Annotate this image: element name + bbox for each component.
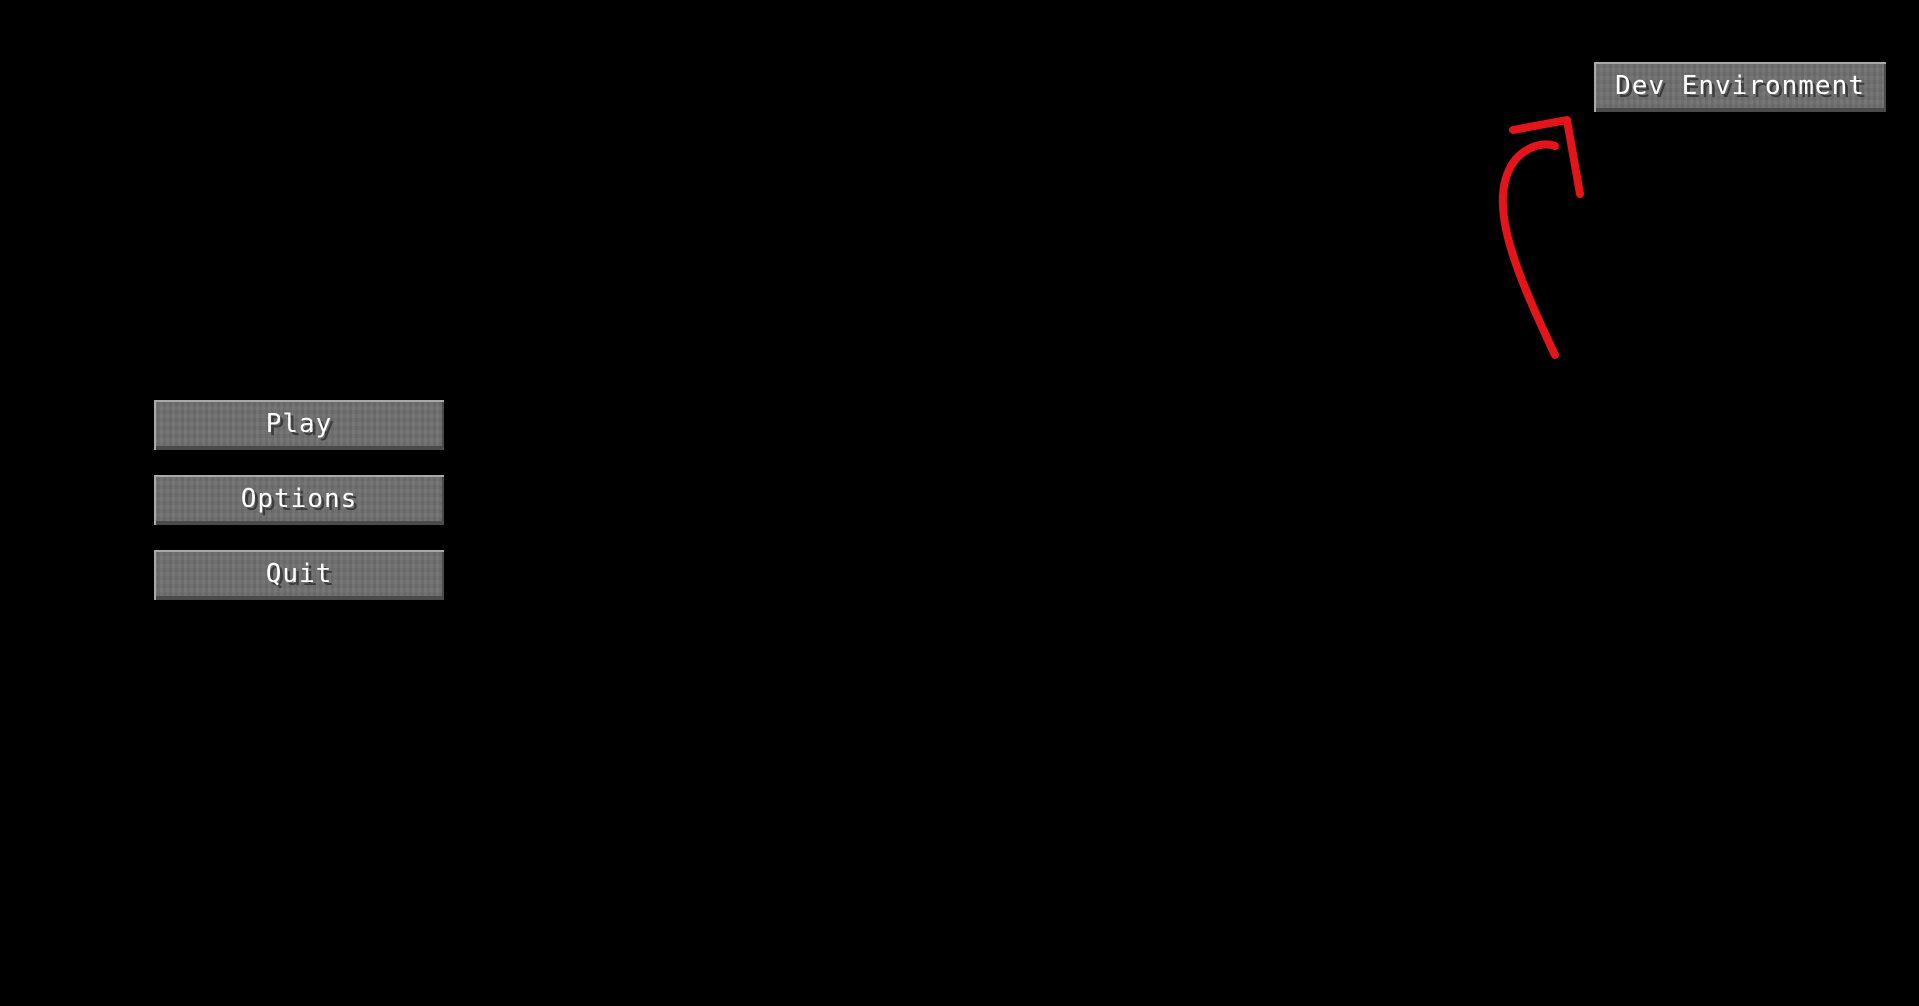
options-button[interactable]: Options — [152, 473, 446, 527]
red-arrow-shaft — [1498, 140, 1559, 359]
red-arrow-head — [1509, 116, 1584, 198]
play-button-label: Play — [265, 409, 333, 439]
dev-environment-button-label: Dev Environment — [1615, 71, 1865, 101]
title-screen: Play Options Quit Dev Environment — [0, 0, 1919, 1006]
quit-button[interactable]: Quit — [152, 548, 446, 602]
dev-environment-button[interactable]: Dev Environment — [1592, 60, 1888, 114]
quit-button-label: Quit — [265, 559, 333, 589]
options-button-label: Options — [240, 484, 358, 514]
play-button[interactable]: Play — [152, 398, 446, 452]
